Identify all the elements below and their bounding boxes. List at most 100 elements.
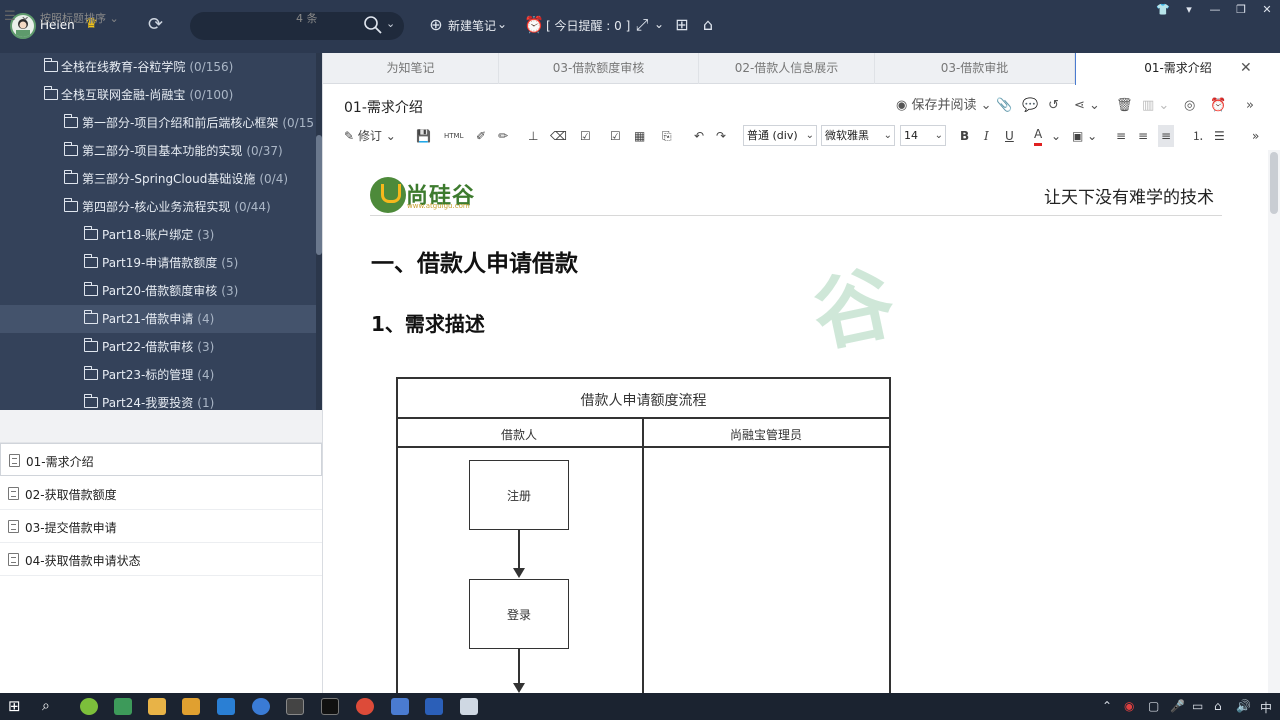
word-icon[interactable]	[425, 698, 443, 715]
insert-image-icon[interactable]: ⎘	[662, 125, 672, 147]
italic-button[interactable]: I	[984, 125, 989, 147]
align-left-icon[interactable]: ≡	[1116, 125, 1126, 147]
revise-button[interactable]: ✎ 修订 ⌄	[344, 125, 396, 147]
checklist-icon[interactable]: ☑	[580, 125, 591, 147]
restore-button[interactable]: ❐	[1228, 2, 1254, 18]
highlighter-icon[interactable]: ✏	[498, 125, 508, 147]
eraser-icon[interactable]: ⌫	[550, 125, 567, 147]
fullscreen-icon[interactable]: ⤢	[630, 12, 654, 38]
tree-item[interactable]: 全栈互联网金融-尚融宝 (0/100)	[0, 81, 316, 109]
font-family-select[interactable]: 微软雅黑 ⌄	[821, 125, 895, 146]
split-view-icon[interactable]: ▥ ⌄	[1142, 96, 1169, 116]
bullet-list-icon[interactable]: ☰	[1214, 125, 1225, 147]
highlight-color-icon[interactable]: ▣ ⌄	[1072, 125, 1097, 147]
menu-dropdown-icon[interactable]: ▾	[1176, 2, 1202, 18]
sort-by-title-dropdown[interactable]: 按照标题排序 ⌄	[40, 10, 119, 26]
today-reminder[interactable]: [ 今日提醒 : 0 ]	[546, 17, 630, 34]
network-icon[interactable]: ⌂	[1214, 699, 1222, 713]
tab-borrower-info[interactable]: 02-借款人信息展示	[699, 53, 875, 84]
tray-window-icon[interactable]: ▢	[1148, 699, 1159, 713]
view-chevron-icon[interactable]: ⌄	[654, 17, 664, 31]
document-scrollbar-thumb[interactable]	[1270, 152, 1278, 214]
history-icon[interactable]: ↺	[1048, 96, 1059, 116]
wiznote-icon[interactable]	[391, 698, 409, 715]
tree-item[interactable]: Part19-申请借款额度 (5)	[0, 249, 316, 277]
note-list-item[interactable]: 04-获取借款申请状态	[0, 543, 322, 576]
tree-item[interactable]: 第二部分-项目基本功能的实现 (0/37)	[0, 137, 316, 165]
file-explorer-icon[interactable]	[148, 698, 166, 715]
redo-icon[interactable]: ↷	[716, 125, 726, 147]
checkbox-icon[interactable]: ☑	[610, 125, 621, 147]
tree-item[interactable]: Part22-借款审核 (3)	[0, 333, 316, 361]
tree-item[interactable]: Part23-标的管理 (4)	[0, 361, 316, 389]
attachment-icon[interactable]: 📎	[996, 96, 1012, 116]
toolbar-more-icon[interactable]: »	[1252, 125, 1259, 147]
terminal-icon[interactable]	[321, 698, 339, 715]
intellij-icon[interactable]	[286, 698, 304, 715]
note-title-field[interactable]: 01-需求介绍	[344, 97, 423, 117]
html-source-icon[interactable]: HTML	[444, 125, 463, 147]
align-right-icon[interactable]: ≡	[1158, 125, 1175, 147]
tab-wiz-note[interactable]: 为知笔记	[323, 53, 499, 84]
browser-icon[interactable]	[252, 698, 270, 715]
tree-item[interactable]: 第三部分-SpringCloud基础设施 (0/4)	[0, 165, 316, 193]
tree-item[interactable]: 全栈在线教育-谷粒学院 (0/156)	[0, 53, 316, 81]
weibo-share-icon[interactable]: ◎	[1184, 96, 1195, 116]
minimize-button[interactable]: —	[1202, 2, 1228, 18]
chrome-icon[interactable]	[356, 698, 374, 715]
app-icon-yellow[interactable]	[182, 698, 200, 715]
align-center-icon[interactable]: ≡	[1138, 125, 1148, 147]
font-color-chevron-icon[interactable]: ⌄	[1051, 125, 1061, 147]
tab-loan-limit-review[interactable]: 03-借款额度审核	[499, 53, 699, 84]
note-list-item-selected[interactable]: 01-需求介绍	[0, 443, 322, 476]
microphone-icon[interactable]: 🎤	[1170, 699, 1185, 713]
app-icon-editor[interactable]	[114, 698, 132, 715]
font-size-select[interactable]: 14 ⌄	[900, 125, 946, 146]
more-options-icon[interactable]: »	[1246, 96, 1254, 116]
tree-item-selected[interactable]: Part21-借款申请 (4)	[0, 305, 316, 333]
app-icon-green[interactable]	[80, 698, 98, 715]
search-icon[interactable]: ⌕	[42, 698, 60, 715]
document-scrollbar[interactable]	[1268, 150, 1280, 693]
save-icon[interactable]: 💾	[416, 125, 431, 147]
save-and-read-button[interactable]: ◉ 保存并阅读 ⌄	[896, 96, 992, 116]
search-icon[interactable]	[362, 14, 384, 36]
grid-apps-icon[interactable]: ⊞	[670, 12, 694, 38]
format-brush-icon[interactable]: ⊥	[528, 125, 538, 147]
pen-icon[interactable]: ✐	[476, 125, 486, 147]
notepad-icon[interactable]	[460, 698, 478, 715]
delete-icon[interactable]: 🗑	[1116, 96, 1133, 116]
tab-loan-approval[interactable]: 03-借款审批	[875, 53, 1075, 84]
undo-icon[interactable]: ↶	[694, 125, 704, 147]
windows-start-icon[interactable]: ⊞	[8, 698, 26, 715]
vscode-icon[interactable]	[217, 698, 235, 715]
close-button[interactable]: ✕	[1254, 2, 1280, 18]
tab-close-icon[interactable]: ✕	[1240, 60, 1252, 76]
underline-button[interactable]: U	[1005, 125, 1014, 147]
note-list-item[interactable]: 02-获取借款额度	[0, 477, 322, 510]
tree-item[interactable]: Part24-我要投资 (1)	[0, 389, 316, 410]
table-icon[interactable]: ▦	[634, 125, 645, 147]
alarm-clock-icon[interactable]: ⏰	[522, 12, 546, 38]
tree-item[interactable]: 第一部分-项目介绍和前后端核心框架 (0/15	[0, 109, 316, 137]
bold-button[interactable]: B	[960, 125, 969, 147]
font-color-button[interactable]: A	[1034, 125, 1043, 146]
tray-expand-icon[interactable]: ⌃	[1102, 699, 1112, 713]
new-note-button[interactable]: 新建笔记	[448, 17, 496, 34]
volume-icon[interactable]: 🔊	[1236, 699, 1251, 713]
pane-divider[interactable]	[322, 53, 323, 693]
paragraph-style-select[interactable]: 普通 (div) ⌄	[743, 125, 817, 146]
tree-item[interactable]: Part20-借款额度审核 (3)	[0, 277, 316, 305]
share-icon[interactable]: ⋖ ⌄	[1074, 96, 1100, 116]
skin-shirt-icon[interactable]: 👕	[1150, 2, 1176, 18]
tree-item[interactable]: 第四部分-核心业务流程实现 (0/44)	[0, 193, 316, 221]
new-note-chevron-icon[interactable]: ⌄	[497, 17, 507, 31]
sync-icon[interactable]: ⟳	[148, 14, 163, 35]
comment-icon[interactable]: 💬	[1022, 96, 1038, 116]
home-icon[interactable]: ⌂	[696, 12, 720, 38]
ime-indicator[interactable]: 中	[1260, 699, 1272, 716]
new-note-plus-icon[interactable]: ⊕	[424, 12, 448, 38]
battery-icon[interactable]: ▭	[1192, 699, 1203, 713]
list-view-icon[interactable]: ☰ ⌄	[4, 9, 31, 24]
reminder-alarm-icon[interactable]: ⏰	[1210, 96, 1226, 116]
